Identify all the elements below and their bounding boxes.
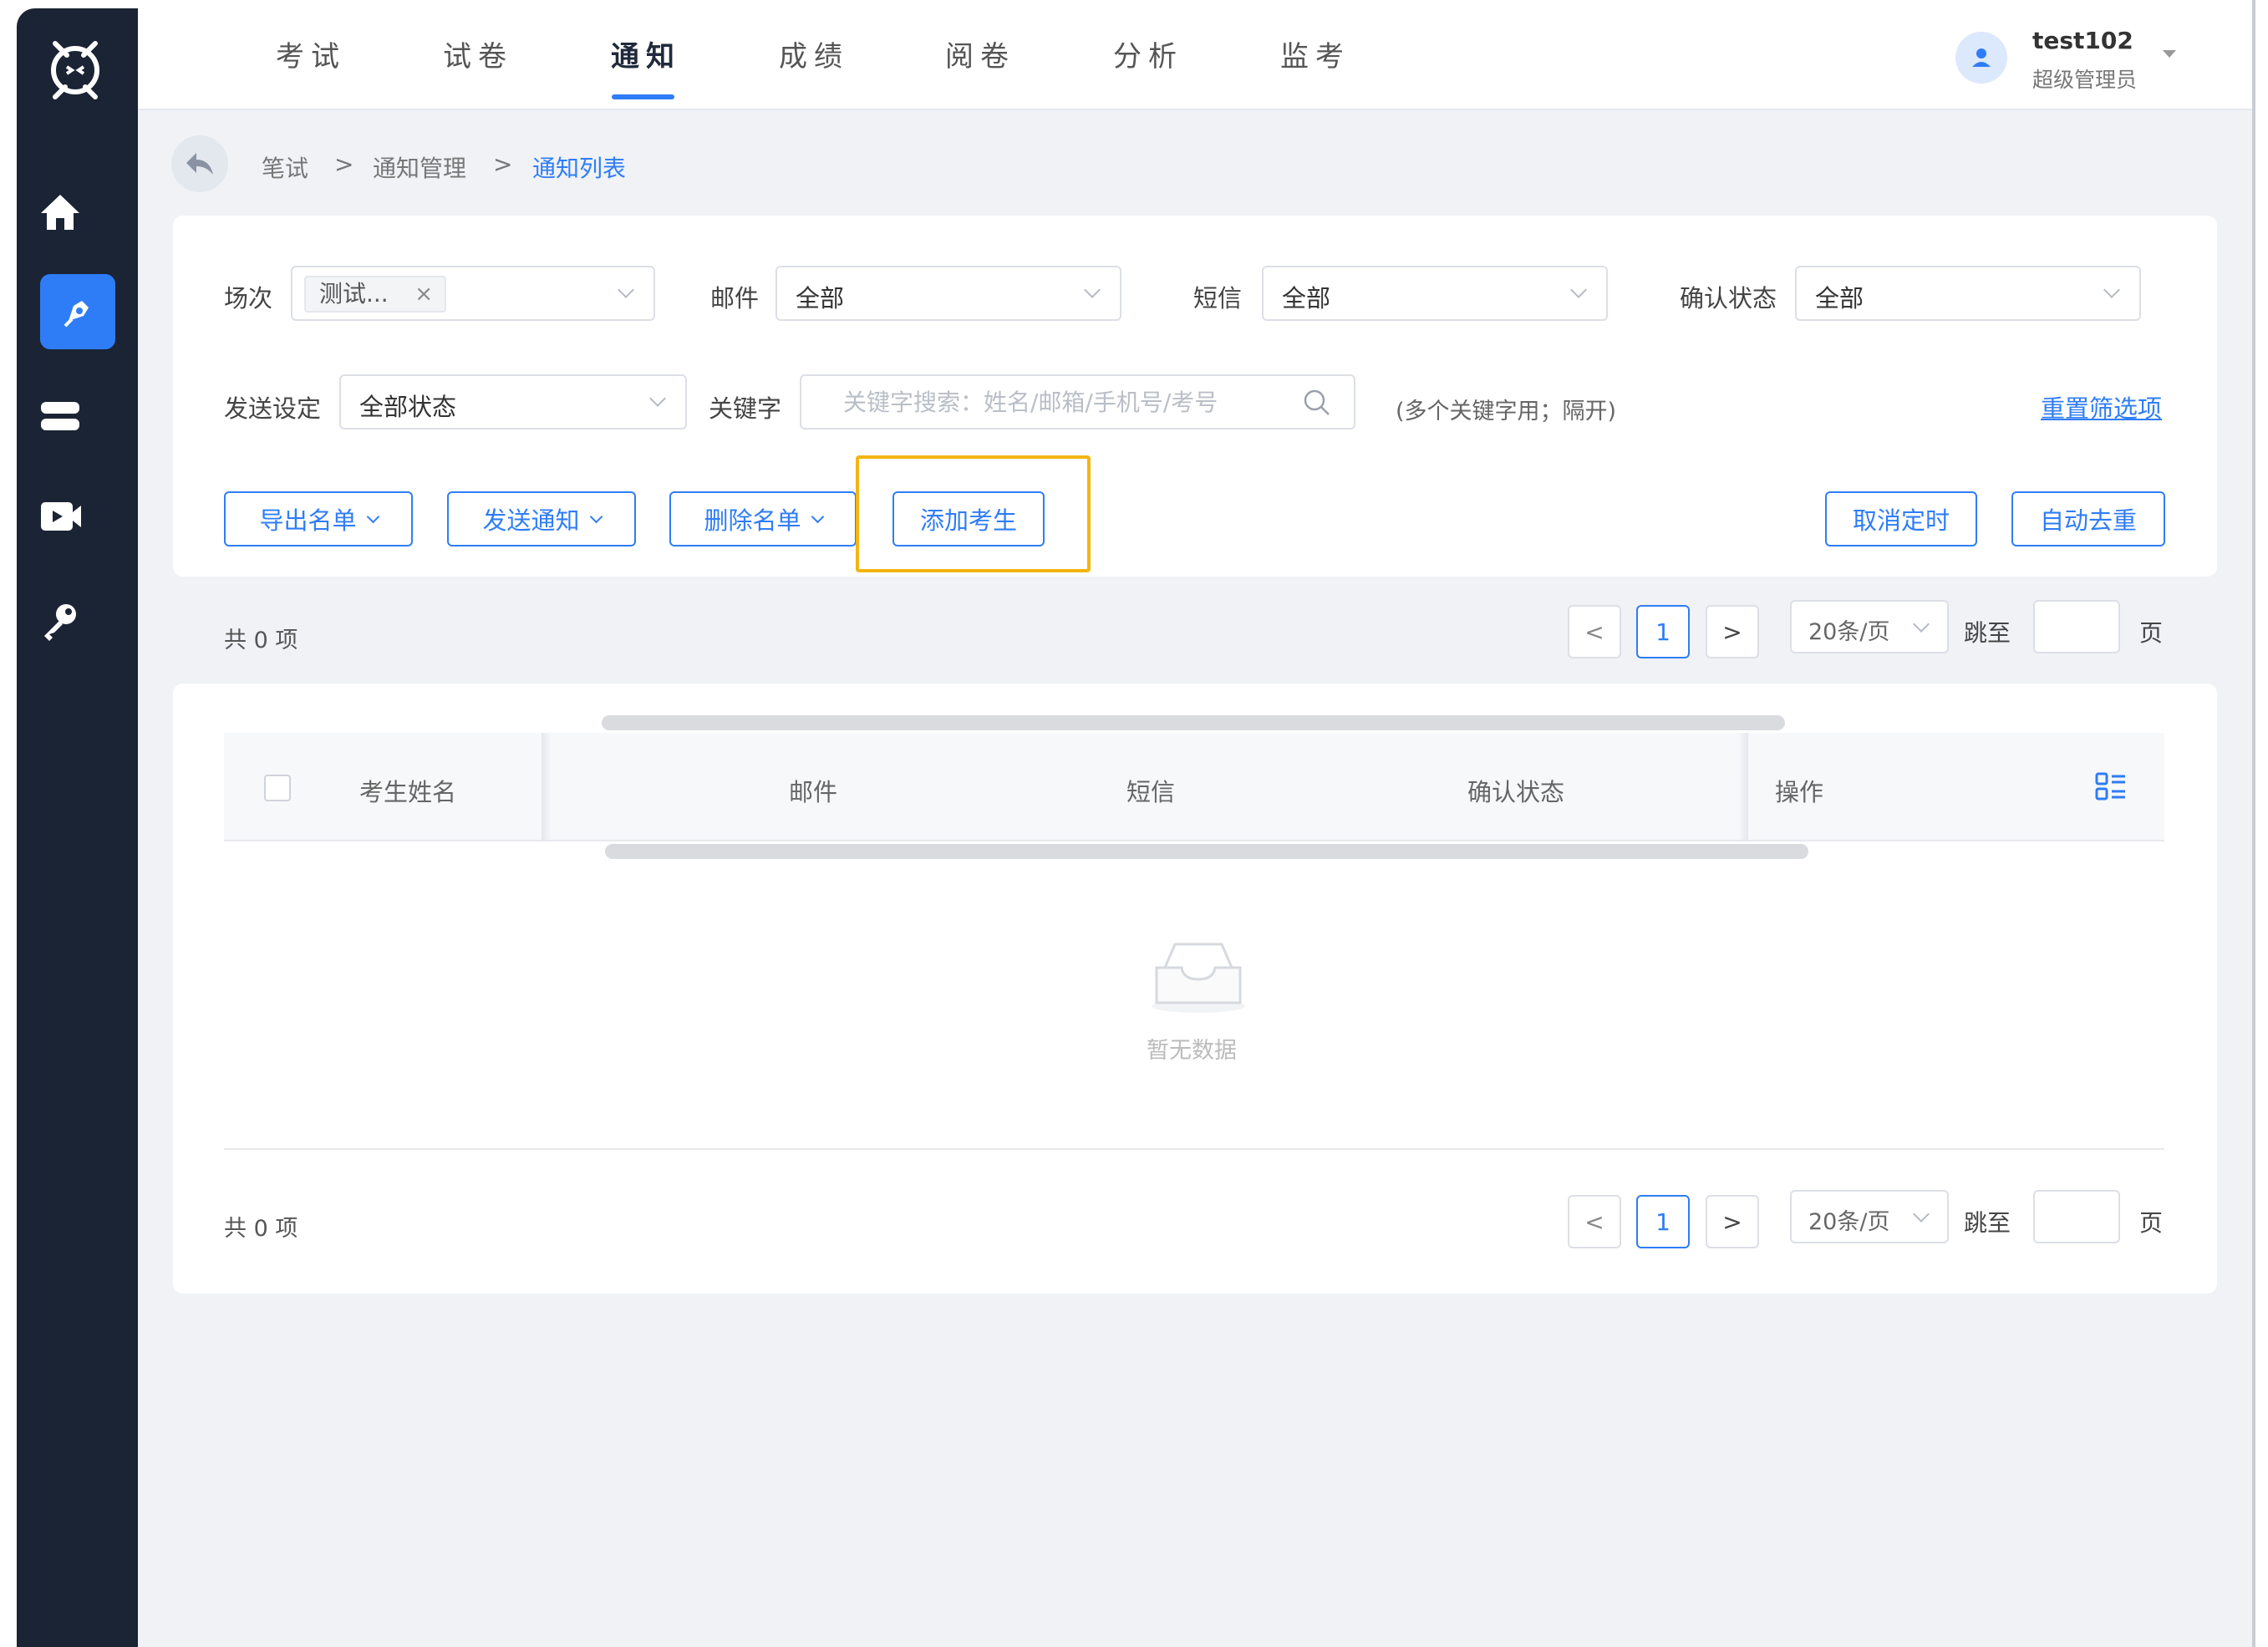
delete-list-button[interactable]: 删除名单 [669, 491, 857, 546]
total-count-bottom: 共 0 项 [224, 1216, 298, 1242]
storage-icon[interactable] [33, 389, 87, 443]
page-size-select[interactable]: 20条/页 [1790, 600, 1949, 653]
next-page-button[interactable]: > [1706, 605, 1759, 658]
send-notice-button[interactable]: 发送通知 [447, 491, 636, 546]
user-icon [1972, 48, 1991, 67]
exam-pen-icon[interactable] [40, 274, 115, 349]
tab-grading[interactable]: 阅卷 [945, 33, 1015, 74]
tab-score[interactable]: 成绩 [779, 33, 849, 74]
left-sidebar [17, 8, 138, 1647]
app-window: 考试 试卷 通知 成绩 阅卷 分析 监考 test102 超级管理员 笔试 > … [0, 0, 2268, 1647]
user-avatar[interactable] [1955, 32, 2007, 84]
sms-label: 短信 [1193, 284, 1243, 313]
table-scrollbar-top[interactable] [602, 715, 1785, 730]
chevron-down-icon [1570, 282, 1587, 298]
tag-close-icon[interactable]: × [414, 277, 433, 311]
video-icon[interactable] [33, 490, 87, 543]
page-suffix-bottom: 页 [2139, 1209, 2164, 1237]
confirm-status-select[interactable]: 全部 [1795, 266, 2141, 321]
prev-page-button-bottom[interactable]: < [1568, 1195, 1621, 1248]
column-header-confirm-status[interactable]: 确认状态 [1467, 773, 1564, 808]
highlight-box [856, 455, 1091, 572]
chevron-down-icon [1913, 616, 1930, 633]
search-icon[interactable] [1302, 388, 1332, 418]
column-header-sms[interactable]: 短信 [1126, 773, 1175, 808]
page-size-select-bottom[interactable]: 20条/页 [1790, 1190, 1949, 1243]
active-tab-indicator [612, 94, 674, 99]
page-suffix: 页 [2139, 619, 2164, 647]
chevron-down-icon [618, 282, 634, 298]
breadcrumb-item-written-exam[interactable]: 笔试 [262, 150, 308, 184]
breadcrumb-separator: > [334, 150, 354, 178]
column-header-email[interactable]: 邮件 [789, 773, 837, 808]
tab-proctor[interactable]: 监考 [1280, 33, 1350, 74]
session-select[interactable]: 测试... × [291, 266, 655, 321]
breadcrumb-item-notice-mgmt[interactable]: 通知管理 [373, 150, 466, 184]
prev-page-button[interactable]: < [1568, 605, 1621, 658]
email-label: 邮件 [710, 284, 760, 313]
breadcrumb-item-notice-list: 通知列表 [532, 155, 627, 182]
cancel-timer-button[interactable]: 取消定时 [1825, 491, 1977, 546]
column-header-actions: 操作 [1775, 778, 1824, 806]
page-number-button[interactable]: 1 [1636, 605, 1690, 658]
user-name[interactable]: test102 [2032, 27, 2133, 54]
tab-notice[interactable]: 通知 [611, 33, 681, 74]
jump-label-bottom: 跳至 [1964, 1209, 2011, 1237]
jump-page-input-bottom[interactable] [2033, 1190, 2120, 1243]
session-tag: 测试... × [304, 276, 446, 313]
keyword-search-input[interactable] [803, 378, 1271, 426]
confirm-status-label: 确认状态 [1680, 284, 1777, 313]
chevron-down-icon [589, 510, 603, 523]
column-header-name[interactable]: 考生姓名 [359, 773, 456, 808]
page-number-button-bottom[interactable]: 1 [1636, 1195, 1690, 1248]
export-list-button[interactable]: 导出名单 [224, 491, 413, 546]
total-count: 共 0 项 [224, 628, 298, 653]
back-button[interactable] [171, 135, 228, 192]
keyword-label: 关键字 [709, 394, 782, 423]
empty-state-text: 暂无数据 [1147, 1038, 1237, 1064]
table-divider [224, 1148, 2164, 1150]
table-header [224, 733, 2164, 841]
session-label: 场次 [224, 284, 273, 313]
key-icon[interactable] [33, 595, 87, 648]
logo-icon [40, 33, 115, 109]
fixed-column-shadow [542, 733, 552, 841]
jump-page-input[interactable] [2033, 600, 2120, 653]
reset-filters-link[interactable]: 重置筛选项 [2041, 389, 2162, 424]
select-all-checkbox[interactable] [264, 775, 291, 801]
chevron-down-icon [366, 510, 379, 523]
tab-paper[interactable]: 试卷 [443, 33, 513, 74]
email-select[interactable]: 全部 [775, 266, 1121, 321]
jump-label: 跳至 [1964, 619, 2011, 647]
back-arrow-icon [186, 153, 213, 175]
send-setting-label: 发送设定 [224, 394, 322, 423]
tab-analysis[interactable]: 分析 [1113, 33, 1183, 74]
chevron-down-icon [811, 510, 824, 523]
chevron-down-icon [1913, 1206, 1930, 1223]
chevron-down-icon [649, 390, 666, 407]
chevron-down-icon [1084, 282, 1101, 298]
fixed-column-shadow [1738, 733, 1748, 841]
sms-select[interactable]: 全部 [1262, 266, 1608, 321]
empty-inbox-icon [1152, 943, 1245, 1013]
window-scrollbar[interactable] [2252, 0, 2255, 1647]
next-page-button-bottom[interactable]: > [1706, 1195, 1759, 1248]
column-settings-icon[interactable] [2094, 770, 2128, 804]
send-setting-select[interactable]: 全部状态 [339, 374, 687, 430]
chevron-down-icon [2103, 282, 2120, 298]
auto-dedupe-button[interactable]: 自动去重 [2011, 491, 2165, 546]
keyword-search-field[interactable] [800, 374, 1355, 430]
home-icon[interactable] [33, 186, 87, 239]
user-menu-caret-icon[interactable] [2163, 50, 2176, 58]
user-role: 超级管理员 [2032, 68, 2138, 92]
keyword-hint: (多个关键字用；隔开) [1396, 399, 1617, 424]
tab-exam[interactable]: 考试 [276, 33, 346, 74]
breadcrumb-separator: > [493, 150, 513, 178]
table-scrollbar-bottom[interactable] [605, 844, 1808, 859]
